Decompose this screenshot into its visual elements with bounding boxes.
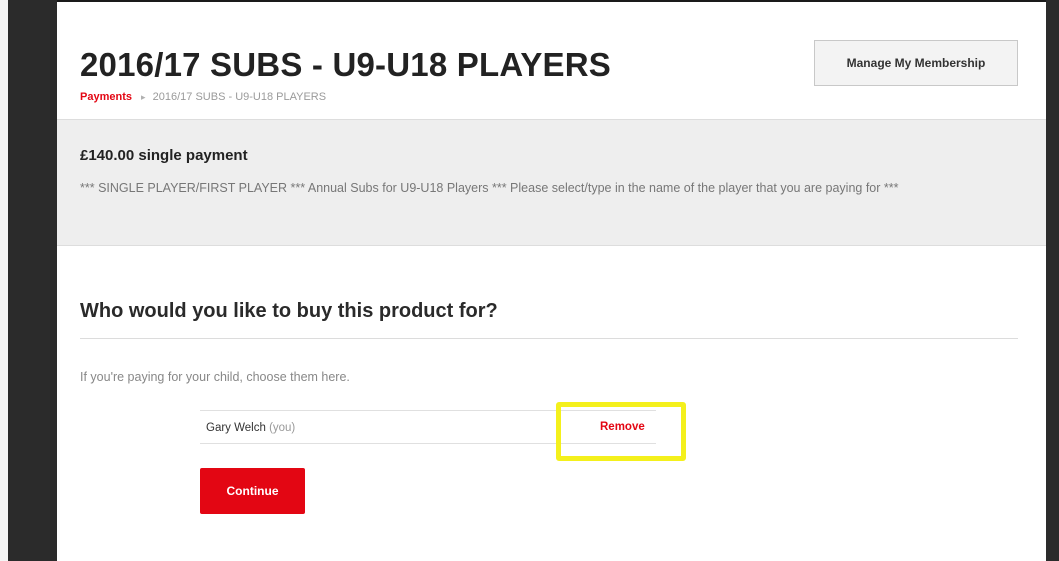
product-description: *** SINGLE PLAYER/FIRST PLAYER *** Annua… [80,181,899,195]
member-name: Gary Welch (you) [206,422,295,434]
left-edge [0,0,8,561]
product-price: £140.00 single payment [80,147,248,164]
right-frame [1046,0,1059,561]
member-name-text: Gary Welch [206,422,266,434]
continue-button[interactable]: Continue [200,468,305,514]
member-you-label: (you) [269,422,296,434]
manage-membership-button[interactable]: Manage My Membership [814,40,1018,86]
page-title: 2016/17 SUBS - U9-U18 PLAYERS [80,46,611,83]
breadcrumb-separator-icon: ▸ [141,92,146,102]
breadcrumb-link-payments[interactable]: Payments [80,91,132,103]
buyer-section-heading: Who would you like to buy this product f… [80,300,498,322]
remove-member-link[interactable]: Remove [600,421,645,433]
product-summary-panel: £140.00 single payment *** SINGLE PLAYER… [57,119,1046,246]
breadcrumb-current: 2016/17 SUBS - U9-U18 PLAYERS [152,91,327,103]
left-frame [0,0,57,561]
breadcrumb: Payments ▸ 2016/17 SUBS - U9-U18 PLAYERS [80,91,326,103]
section-divider [80,338,1018,339]
top-border [57,0,1046,14]
buyer-helper-text: If you're paying for your child, choose … [80,370,350,384]
